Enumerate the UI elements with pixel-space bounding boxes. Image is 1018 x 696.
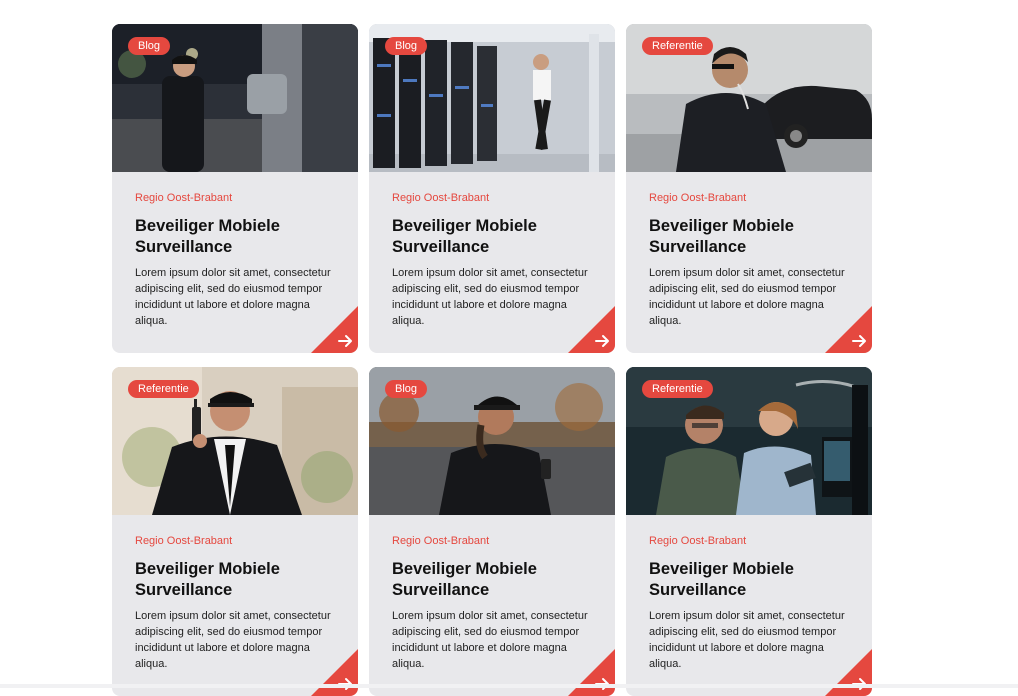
- arrow-right-icon: [825, 649, 872, 696]
- card-description: Lorem ipsum dolor sit amet, consectetur …: [392, 267, 588, 327]
- article-card[interactable]: Referentie Regio Oost-Brabant Beveiliger…: [626, 367, 872, 696]
- category-badge: Blog: [128, 37, 171, 55]
- read-more-button[interactable]: [311, 649, 358, 696]
- card-image: Blog: [369, 24, 615, 172]
- arrow-right-icon: [311, 649, 358, 696]
- page-bottom-edge: [0, 684, 1018, 688]
- card-title[interactable]: Beveiliger Mobiele Surveillance: [135, 216, 335, 258]
- card-image: Blog: [112, 24, 358, 172]
- category-badge: Referentie: [128, 380, 199, 398]
- region-label: Regio Oost-Brabant: [649, 535, 747, 547]
- read-more-button[interactable]: [825, 306, 872, 353]
- category-badge: Referentie: [642, 37, 713, 55]
- arrow-right-icon: [825, 306, 872, 353]
- region-label: Regio Oost-Brabant: [392, 535, 490, 547]
- arrow-right-icon: [568, 306, 615, 353]
- card-description: Lorem ipsum dolor sit amet, consectetur …: [392, 610, 588, 670]
- article-card[interactable]: Blog Regio Oost-Brabant Beveiliger Mobie…: [369, 24, 615, 353]
- card-description: Lorem ipsum dolor sit amet, consectetur …: [649, 610, 845, 670]
- card-grid: Blog Regio Oost-Brabant Beveiliger Mobie…: [112, 24, 872, 696]
- card-image: Referentie: [112, 367, 358, 515]
- card-description: Lorem ipsum dolor sit amet, consectetur …: [649, 267, 845, 327]
- region-label: Regio Oost-Brabant: [135, 535, 233, 547]
- arrow-right-icon: [568, 649, 615, 696]
- card-title[interactable]: Beveiliger Mobiele Surveillance: [649, 559, 849, 601]
- region-label: Regio Oost-Brabant: [392, 192, 490, 204]
- category-badge: Blog: [385, 380, 428, 398]
- article-card[interactable]: Referentie Regio Oost-Brabant Beveiliger…: [112, 367, 358, 696]
- card-description: Lorem ipsum dolor sit amet, consectetur …: [135, 267, 331, 327]
- article-card[interactable]: Blog Regio Oost-Brabant Beveiliger Mobie…: [369, 367, 615, 696]
- read-more-button[interactable]: [825, 649, 872, 696]
- category-badge: Blog: [385, 37, 428, 55]
- read-more-button[interactable]: [568, 649, 615, 696]
- card-title[interactable]: Beveiliger Mobiele Surveillance: [649, 216, 849, 258]
- read-more-button[interactable]: [311, 306, 358, 353]
- category-badge: Referentie: [642, 380, 713, 398]
- card-title[interactable]: Beveiliger Mobiele Surveillance: [392, 559, 592, 601]
- card-title[interactable]: Beveiliger Mobiele Surveillance: [392, 216, 592, 258]
- card-image: Referentie: [626, 24, 872, 172]
- region-label: Regio Oost-Brabant: [135, 192, 233, 204]
- card-description: Lorem ipsum dolor sit amet, consectetur …: [135, 610, 331, 670]
- region-label: Regio Oost-Brabant: [649, 192, 747, 204]
- article-card[interactable]: Referentie Regio Oost-Brabant Beveiliger…: [626, 24, 872, 353]
- article-card[interactable]: Blog Regio Oost-Brabant Beveiliger Mobie…: [112, 24, 358, 353]
- card-title[interactable]: Beveiliger Mobiele Surveillance: [135, 559, 335, 601]
- card-image: Referentie: [626, 367, 872, 515]
- read-more-button[interactable]: [568, 306, 615, 353]
- card-image: Blog: [369, 367, 615, 515]
- arrow-right-icon: [311, 306, 358, 353]
